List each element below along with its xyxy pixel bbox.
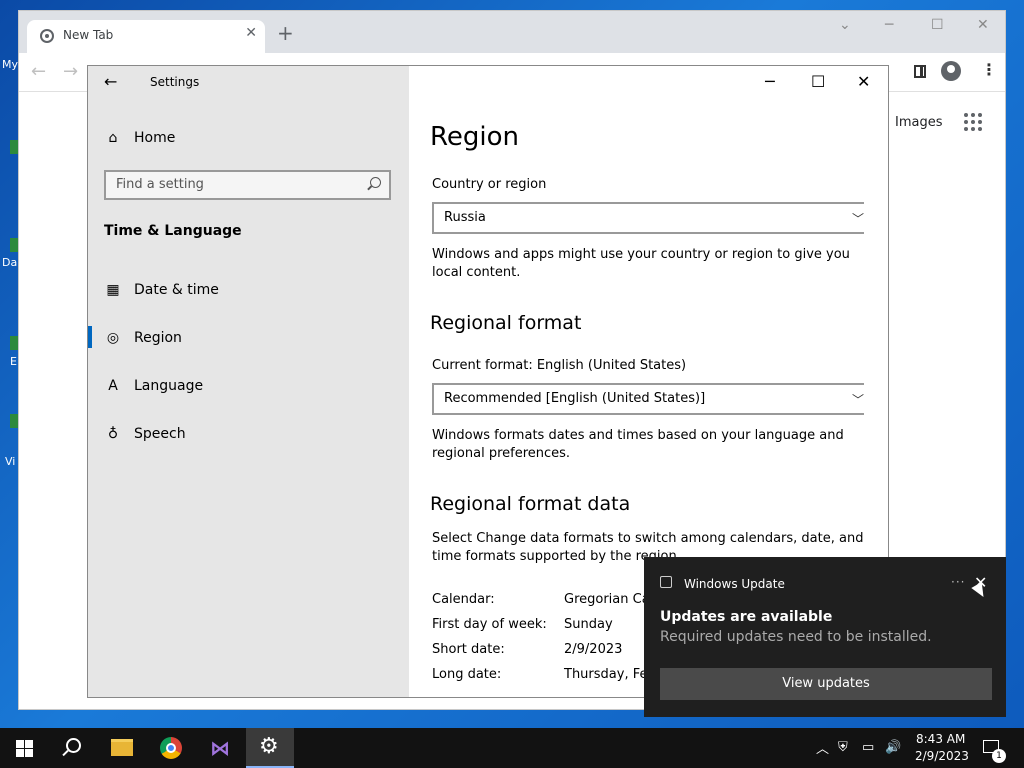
data-value: 2/9/2023: [564, 642, 623, 657]
settings-close-button[interactable]: ✕: [857, 72, 870, 91]
notification-body: Required updates need to be installed.: [660, 629, 932, 645]
microphone-icon: ♁: [107, 426, 119, 442]
sidebar-item-region[interactable]: ◎ Region: [104, 330, 182, 346]
sidebar-item-speech[interactable]: ♁ Speech: [104, 426, 186, 442]
view-updates-button[interactable]: View updates: [660, 668, 992, 700]
clock-date[interactable]: 2/9/2023: [915, 749, 969, 763]
chevron-down-icon: ﹀: [851, 212, 864, 226]
more-options-icon[interactable]: ···: [951, 575, 965, 589]
file-explorer-icon[interactable]: [111, 739, 133, 756]
country-description: Windows and apps might use your country …: [432, 247, 850, 280]
back-icon[interactable]: ←: [31, 61, 46, 82]
notification-count-badge: 1: [992, 749, 1006, 763]
globe-icon: ◎: [106, 330, 120, 346]
desktop-icon-label[interactable]: Da: [2, 256, 17, 269]
start-button[interactable]: [0, 728, 48, 768]
chrome-tab-new-tab[interactable]: New Tab ✕: [27, 20, 265, 53]
format-value: Recommended [English (United States)]: [444, 391, 706, 406]
settings-window-title: Settings: [150, 75, 200, 89]
volume-icon[interactable]: 🔊: [885, 740, 901, 755]
chrome-maximize-button[interactable]: ☐: [931, 17, 944, 33]
images-link[interactable]: Images: [895, 115, 943, 130]
desktop-icon-label[interactable]: E: [10, 355, 17, 368]
page-title: Region: [430, 122, 520, 152]
desktop-icon-label[interactable]: Vi: [5, 455, 15, 468]
sidebar-item-label: Date & time: [134, 282, 219, 298]
taskbar-search-button[interactable]: [48, 728, 96, 768]
sidebar-item-label: Home: [134, 130, 176, 146]
data-key: Calendar:: [432, 592, 495, 607]
section-heading: Time & Language: [104, 223, 242, 239]
desktop-icon[interactable]: [10, 140, 18, 154]
chrome-favicon-icon: [40, 29, 54, 43]
language-icon: A: [108, 378, 118, 394]
tab-title: New Tab: [63, 28, 114, 42]
google-apps-icon[interactable]: [964, 113, 982, 131]
tab-search-icon[interactable]: ⌄: [839, 17, 851, 33]
data-row-first-day: First day of week: Sunday: [432, 617, 613, 632]
regional-format-dropdown[interactable]: Recommended [English (United States)] ﹀: [432, 383, 864, 415]
settings-maximize-button[interactable]: ☐: [811, 72, 825, 91]
visual-studio-icon[interactable]: ⋈: [209, 737, 231, 759]
settings-sidebar: ← Settings ⌂ Home Time & Language ▦ Date…: [88, 66, 409, 697]
chrome-minimize-button[interactable]: ─: [885, 17, 893, 33]
sidebar-item-date-time[interactable]: ▦ Date & time: [104, 282, 219, 298]
new-tab-button[interactable]: +: [277, 23, 294, 43]
sidebar-item-label: Region: [134, 330, 182, 346]
sidebar-item-home[interactable]: ⌂ Home: [104, 130, 176, 146]
data-key: Long date:: [432, 667, 502, 682]
windows-update-notification[interactable]: Windows Update ··· ✕ Updates are availab…: [644, 557, 1006, 717]
notification-title: Updates are available: [660, 609, 833, 625]
tab-close-icon[interactable]: ✕: [245, 25, 257, 41]
profile-avatar-icon[interactable]: [941, 61, 961, 81]
chevron-down-icon: ﹀: [851, 393, 864, 407]
settings-search-box[interactable]: [104, 170, 391, 200]
settings-minimize-button[interactable]: ─: [765, 72, 775, 91]
settings-back-button[interactable]: ←: [104, 72, 117, 91]
settings-search-input[interactable]: [114, 176, 363, 193]
sidebar-item-label: Language: [134, 378, 204, 394]
country-dropdown[interactable]: Russia ﹀: [432, 202, 864, 234]
data-row-short-date: Short date: 2/9/2023: [432, 642, 622, 657]
taskbar-settings-button[interactable]: ⚙: [246, 728, 294, 768]
network-icon[interactable]: ▭: [862, 740, 874, 755]
forward-icon[interactable]: →: [63, 61, 78, 82]
calendar-clock-icon: ▦: [106, 282, 120, 298]
regional-format-data-heading: Regional format data: [430, 493, 631, 515]
desktop-icon[interactable]: [10, 238, 18, 252]
taskbar: ⋈ ⚙ ︿ ⛨ ▭ 🔊 8:43 AM 2/9/2023 1: [0, 728, 1024, 768]
data-value: Sunday: [564, 617, 613, 632]
chrome-close-button[interactable]: ✕: [977, 17, 989, 33]
selected-indicator: [88, 326, 92, 348]
desktop-icon[interactable]: [10, 414, 18, 428]
country-label: Country or region: [432, 177, 547, 192]
data-value: Thursday, Feb: [564, 667, 656, 682]
search-icon: [66, 738, 81, 753]
show-hidden-icons-chevron-icon[interactable]: ︿: [816, 738, 829, 757]
security-icon[interactable]: ⛨: [838, 740, 848, 755]
chrome-menu-icon[interactable]: ⋮: [981, 62, 997, 78]
format-description: Windows formats dates and times based on…: [432, 428, 844, 461]
clock-time[interactable]: 8:43 AM: [916, 732, 965, 746]
data-row-long-date: Long date: Thursday, Feb: [432, 667, 656, 682]
home-icon: ⌂: [108, 130, 118, 146]
chrome-icon[interactable]: [160, 737, 182, 759]
desktop-icon-label[interactable]: My: [2, 58, 18, 71]
data-key: First day of week:: [432, 617, 547, 632]
desktop-icon[interactable]: [10, 336, 18, 350]
country-value: Russia: [444, 210, 486, 225]
gear-icon: ⚙: [259, 734, 279, 759]
regional-format-heading: Regional format: [430, 312, 582, 334]
notification-app-name: Windows Update: [684, 577, 785, 591]
data-key: Short date:: [432, 642, 505, 657]
chrome-tab-bar: New Tab ✕ + ⌄ ─ ☐ ✕: [19, 11, 1005, 53]
sidebar-item-label: Speech: [134, 426, 186, 442]
sidebar-item-language[interactable]: A Language: [104, 378, 203, 394]
data-row-calendar: Calendar: Gregorian Ca: [432, 592, 650, 607]
update-icon: [660, 576, 672, 588]
side-panel-icon[interactable]: [914, 65, 926, 78]
current-format-label: Current format: English (United States): [432, 358, 687, 373]
data-value: Gregorian Ca: [564, 592, 650, 607]
search-icon: [370, 177, 381, 188]
